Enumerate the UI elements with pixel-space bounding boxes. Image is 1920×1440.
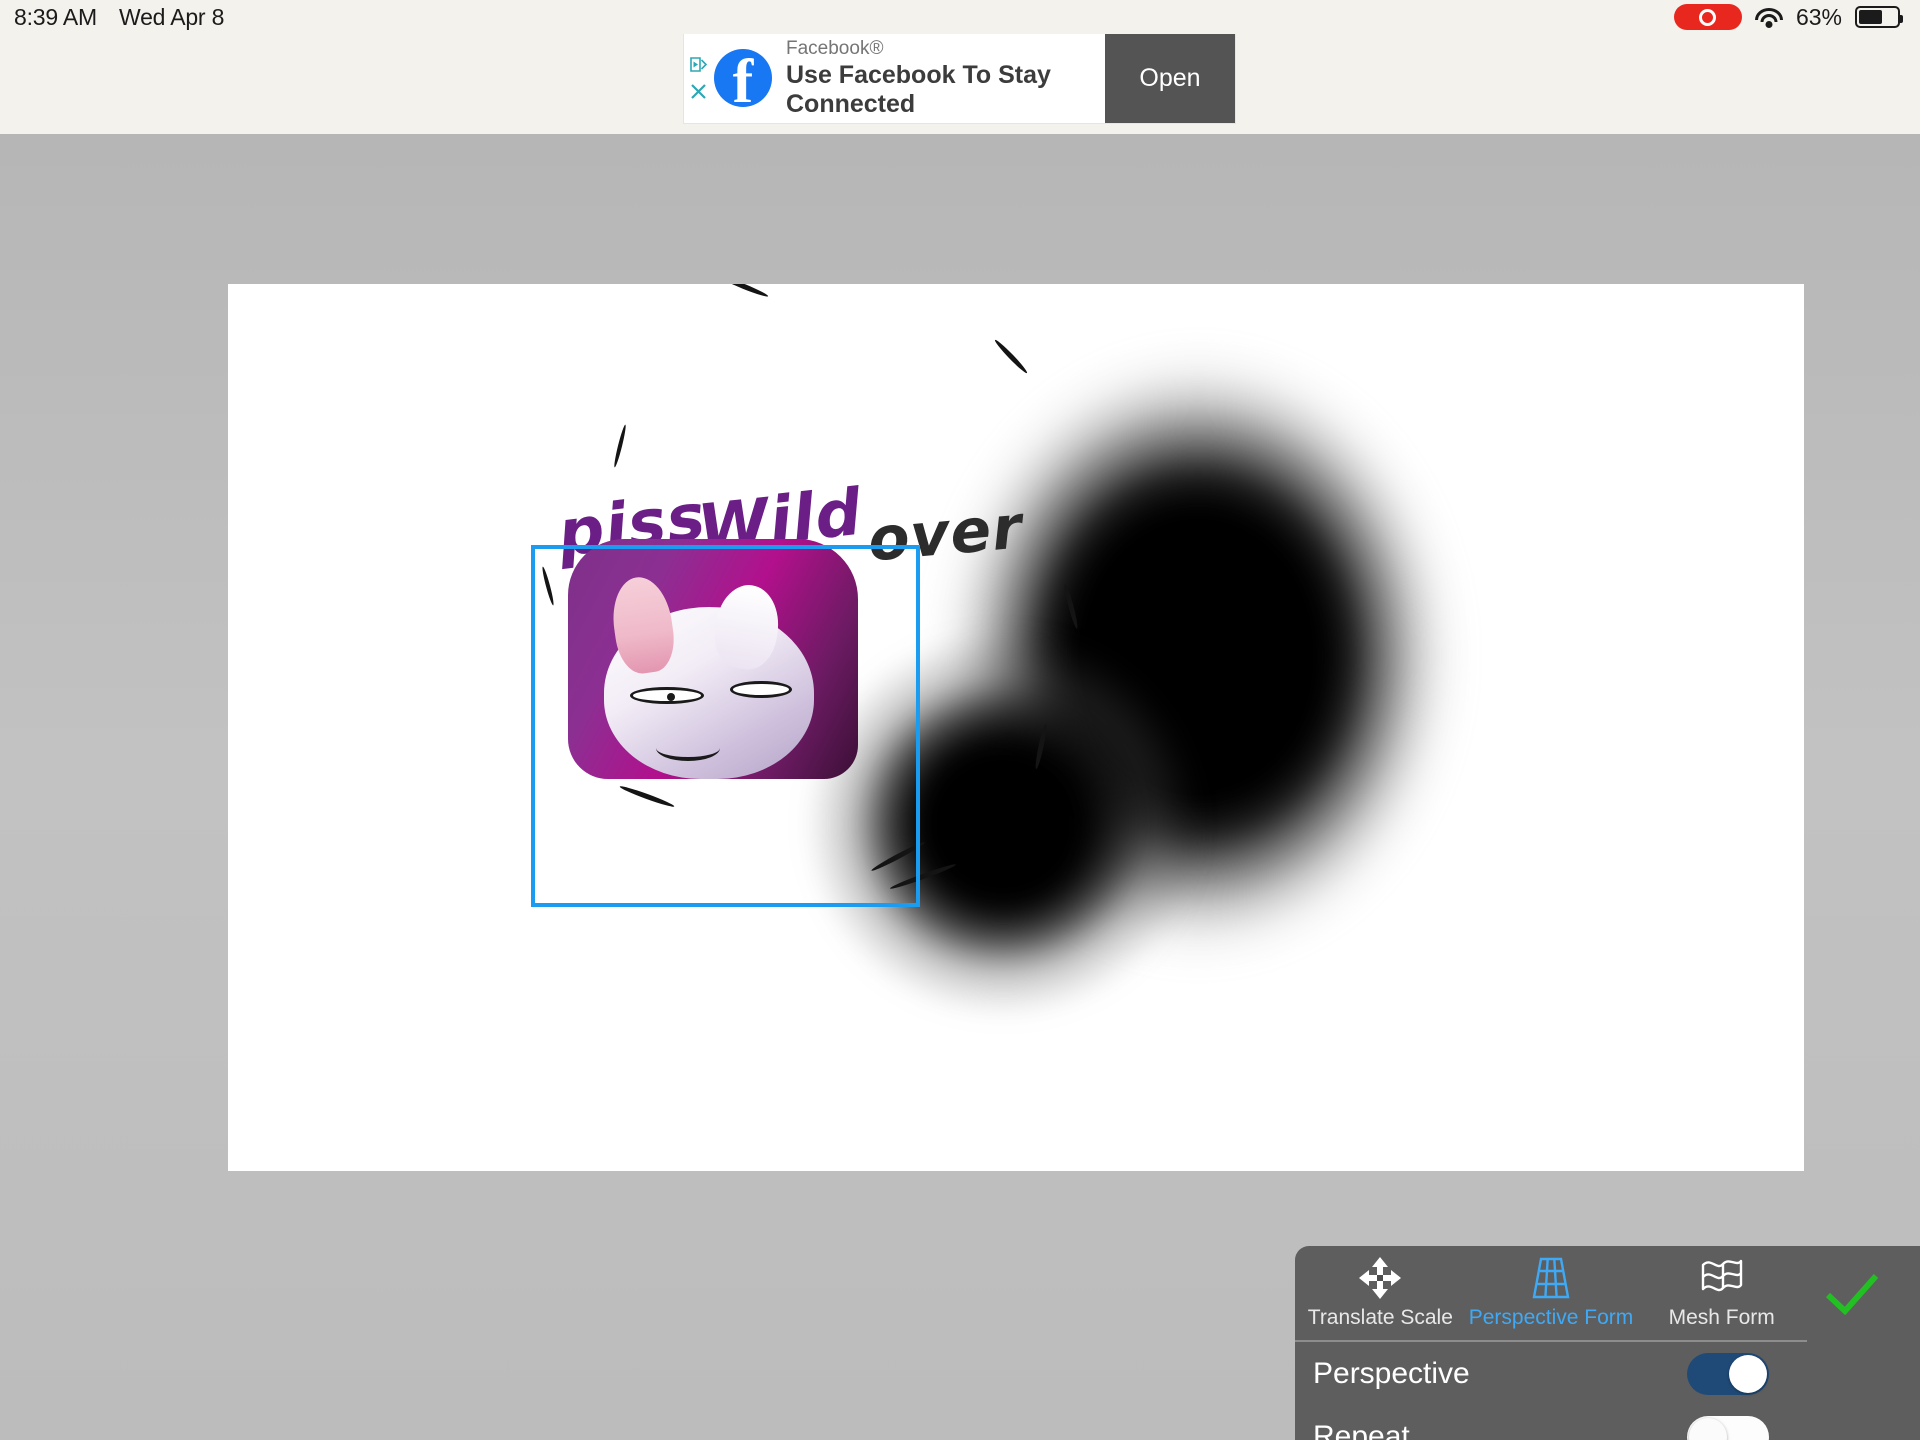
drawing-app-workspace[interactable]: piss Wild over Translate Scale Perspecti… — [0, 134, 1920, 1440]
screen-record-icon[interactable] — [1673, 4, 1742, 30]
ink-stroke — [718, 284, 770, 299]
checkmark-icon[interactable] — [1820, 1262, 1884, 1326]
status-time: 8:39 AM — [14, 3, 97, 30]
adchoices-icon[interactable] — [689, 55, 708, 74]
tab-perspective-form-label: Perspective Form — [1468, 1306, 1634, 1329]
close-icon[interactable] — [689, 82, 708, 101]
tab-translate-scale-label: Translate Scale — [1307, 1306, 1453, 1329]
artwork-canvas[interactable]: piss Wild over — [228, 284, 1804, 1171]
status-bar-right: 63% — [1673, 0, 1903, 34]
perspective-label: Perspective — [1313, 1356, 1470, 1390]
mesh-grid-icon — [1699, 1254, 1745, 1302]
ad-headline-label: Use Facebook To Stay Connected — [786, 61, 1051, 118]
move-arrows-icon — [1357, 1254, 1403, 1302]
ad-banner[interactable]: f Facebook® Use Facebook To Stay Connect… — [684, 33, 1235, 123]
repeat-toggle[interactable] — [1687, 1415, 1769, 1440]
tab-translate-scale[interactable]: Translate Scale — [1295, 1254, 1466, 1330]
perspective-grid-icon — [1528, 1254, 1574, 1302]
facebook-logo-icon: f — [710, 33, 776, 123]
perspective-selection-box[interactable] — [531, 545, 920, 907]
status-bar-left: 8:39 AM Wed Apr 8 — [14, 4, 224, 31]
row-repeat[interactable]: Repeat — [1295, 1405, 1807, 1440]
wifi-icon — [1754, 6, 1783, 28]
perspective-toggle[interactable] — [1687, 1352, 1769, 1395]
tab-mesh-form-label: Mesh Form — [1668, 1306, 1775, 1329]
ad-text-block: Facebook® Use Facebook To Stay Connected — [776, 33, 1105, 123]
row-perspective[interactable]: Perspective — [1295, 1342, 1807, 1405]
battery-icon — [1855, 6, 1903, 28]
transform-tool-panel[interactable]: Translate Scale Perspective Form Mesh Fo… — [1295, 1246, 1920, 1440]
tab-mesh-form[interactable]: Mesh Form — [1636, 1254, 1807, 1330]
repeat-label: Repeat — [1313, 1419, 1410, 1440]
ad-advertiser-label: Facebook® — [786, 38, 884, 59]
ad-open-button[interactable]: Open — [1105, 33, 1235, 123]
tab-perspective-form[interactable]: Perspective Form — [1466, 1254, 1637, 1330]
status-bar: 8:39 AM Wed Apr 8 63% — [0, 0, 1920, 34]
ink-stroke — [612, 424, 628, 468]
status-date: Wed Apr 8 — [119, 3, 225, 30]
transform-mode-tabs[interactable]: Translate Scale Perspective Form Mesh Fo… — [1295, 1246, 1807, 1342]
ad-badges — [684, 33, 710, 123]
battery-percent-label: 63% — [1795, 3, 1842, 30]
record-ring — [1699, 8, 1717, 26]
